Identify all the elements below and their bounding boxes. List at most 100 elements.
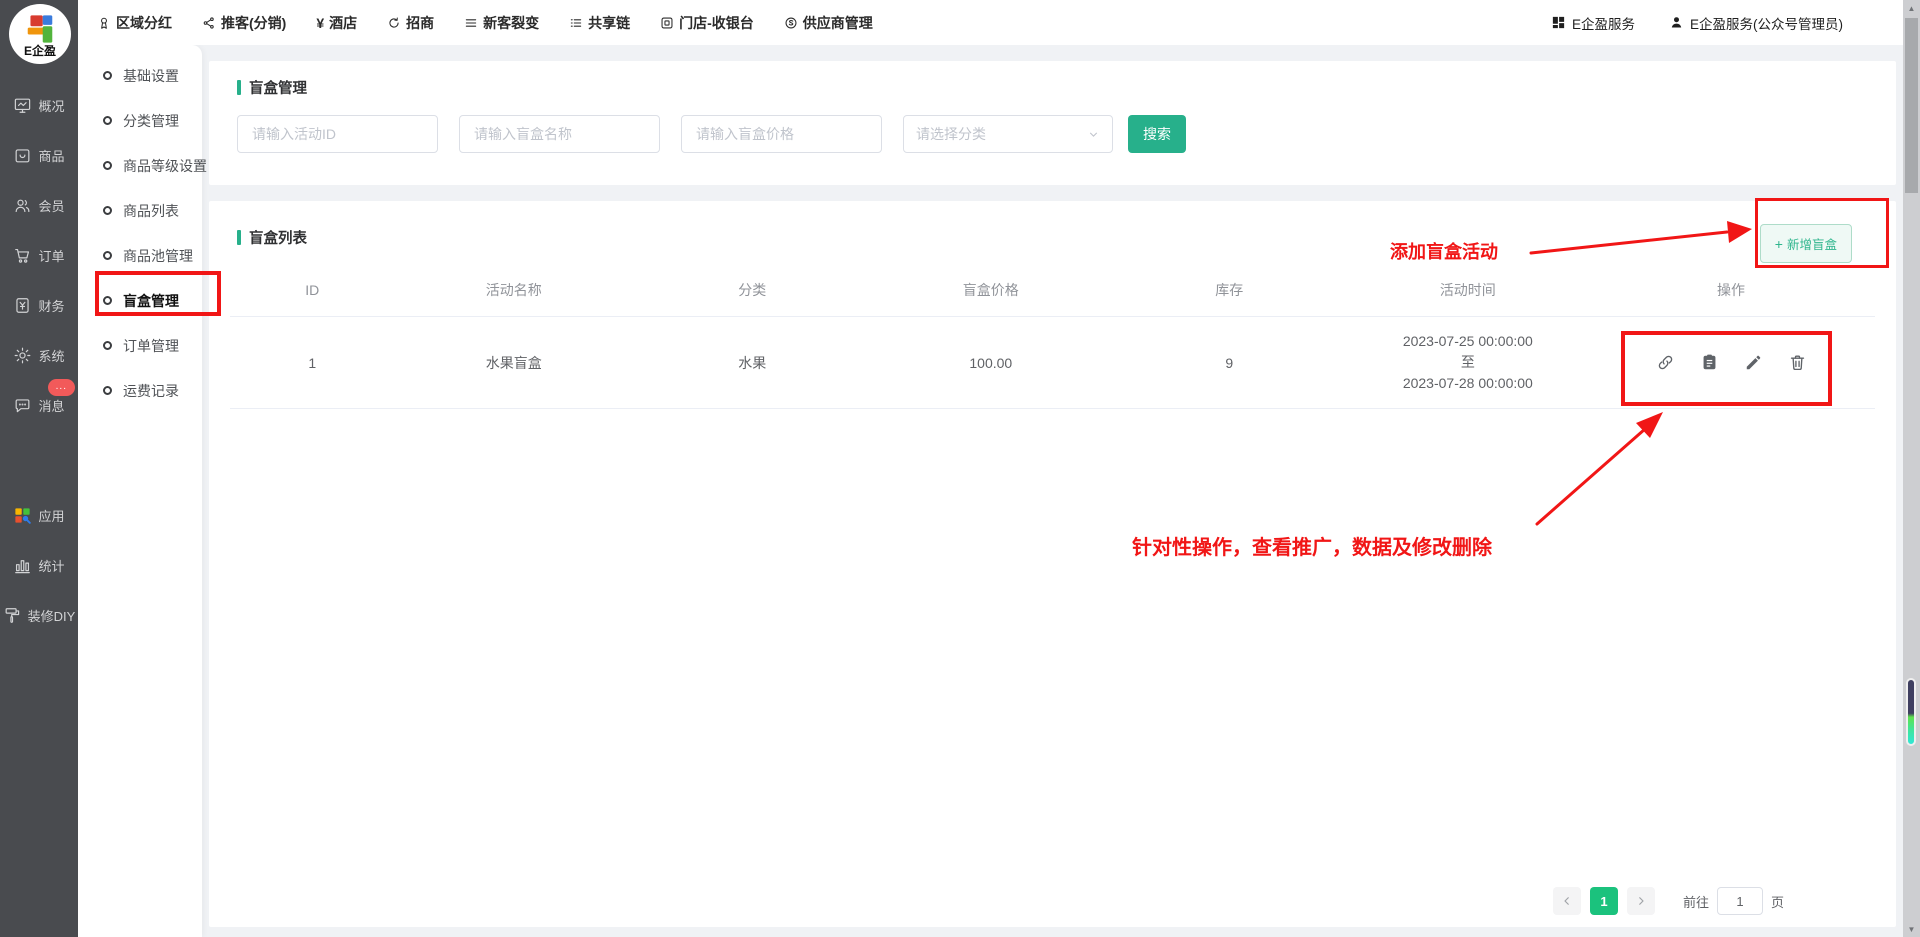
menu-item-goods-pool[interactable]: 商品池管理 — [78, 233, 202, 278]
menu-label: 商品池管理 — [123, 246, 193, 266]
cell-actions — [1587, 317, 1875, 409]
list-icon — [569, 16, 583, 30]
yen-icon: ¥ — [316, 15, 324, 31]
sidebar-item-stats[interactable]: 统计 — [0, 540, 78, 590]
menu-item-freight[interactable]: 运费记录 — [78, 368, 202, 413]
sidebar-label: 应用 — [38, 506, 64, 525]
stats-icon — [13, 556, 32, 575]
goto-page-input[interactable] — [1717, 887, 1763, 915]
menu-item-goods-list[interactable]: 商品列表 — [78, 188, 202, 233]
message-icon — [13, 396, 32, 415]
cell-price: 100.00 — [872, 317, 1111, 409]
menu-item-goods-level[interactable]: 商品等级设置 — [78, 143, 202, 188]
prev-page-button[interactable] — [1553, 887, 1581, 915]
share-icon — [202, 16, 216, 30]
sidebar-item-goods[interactable]: 商品 — [0, 130, 78, 180]
topbar-item-tuike[interactable]: 推客(分销) — [202, 13, 286, 33]
primary-nav-secondary: 应用 统计 装修DIY — [0, 490, 78, 640]
menu-label: 商品列表 — [123, 201, 179, 221]
title-accent-bar — [237, 80, 241, 95]
member-icon — [13, 196, 32, 215]
sidebar-item-apps[interactable]: 应用 — [0, 490, 78, 540]
page-unit-label: 页 — [1771, 892, 1784, 911]
activity-id-input[interactable] — [237, 115, 438, 153]
menu-label: 订单管理 — [123, 336, 179, 356]
add-button-label: 新增盲盒 — [1787, 234, 1837, 253]
menu-item-basic-settings[interactable]: 基础设置 — [78, 53, 202, 98]
award-icon — [97, 16, 111, 30]
sidebar-label: 系统 — [38, 346, 64, 365]
topbar-item-region-bonus[interactable]: 区域分红 — [97, 13, 172, 33]
sidebar-item-overview[interactable]: 概况 — [0, 80, 78, 130]
chevron-down-icon — [1087, 128, 1100, 141]
recycle-icon — [387, 16, 401, 30]
scrollbar-thumb[interactable] — [1905, 18, 1918, 193]
sidebar-item-system[interactable]: 系统 — [0, 330, 78, 380]
search-button[interactable]: 搜索 — [1128, 115, 1186, 153]
col-activity-time: 活动时间 — [1349, 264, 1588, 317]
blindbox-name-input[interactable] — [459, 115, 660, 153]
data-report-button[interactable] — [1700, 353, 1719, 372]
table-header-row: ID 活动名称 分类 盲盒价格 库存 活动时间 操作 — [230, 264, 1875, 317]
main-content: 盲盒管理 请选择分类 搜索 盲盒列表 + 新增盲盒 — [202, 45, 1903, 937]
circle-icon — [103, 206, 112, 215]
pagination: 1 前往 页 — [1553, 887, 1784, 915]
topbar-item-mendian[interactable]: 门店-收银台 — [660, 13, 754, 33]
goods-icon — [13, 146, 32, 165]
logo-mark-icon — [23, 14, 57, 44]
scroll-position-marker — [1906, 678, 1916, 746]
topbar-item-supplier[interactable]: 供应商管理 — [784, 13, 873, 33]
col-id: ID — [230, 264, 395, 317]
cell-stock: 9 — [1110, 317, 1349, 409]
circle-icon — [103, 341, 112, 350]
next-page-button[interactable] — [1627, 887, 1655, 915]
page-title: 盲盒管理 — [249, 77, 307, 98]
sidebar-label: 统计 — [38, 556, 64, 575]
vertical-scrollbar[interactable]: ▲ ▼ — [1903, 0, 1920, 937]
system-gear-icon — [13, 346, 32, 365]
menu-item-order-manage[interactable]: 订单管理 — [78, 323, 202, 368]
primary-nav: 概况 商品 会员 订单 财务 系统 — [0, 80, 78, 430]
delete-button[interactable] — [1788, 353, 1807, 372]
current-page-button[interactable]: 1 — [1590, 887, 1618, 915]
menu-item-category[interactable]: 分类管理 — [78, 98, 202, 143]
topbar-label: 共享链 — [588, 13, 630, 33]
service-menu[interactable]: E企盈服务 — [1551, 13, 1635, 33]
sidebar-item-finance[interactable]: 财务 — [0, 280, 78, 330]
col-actions: 操作 — [1587, 264, 1875, 317]
menu-label: 商品等级设置 — [123, 156, 207, 176]
topbar-item-zhaoshang[interactable]: 招商 — [387, 13, 434, 33]
sidebar-item-message[interactable]: 消息 ... — [0, 380, 78, 430]
select-placeholder: 请选择分类 — [916, 124, 986, 144]
sidebar-item-diy[interactable]: 装修DIY — [0, 590, 78, 640]
topbar-label: 门店-收银台 — [679, 13, 754, 33]
menu-label: 运费记录 — [123, 381, 179, 401]
chevron-left-icon — [1561, 895, 1573, 907]
topbar-item-gongxianglian[interactable]: 共享链 — [569, 13, 630, 33]
data-report-icon — [1700, 353, 1719, 372]
promotion-link-button[interactable] — [1656, 353, 1675, 372]
search-card-title: 盲盒管理 — [237, 77, 1868, 98]
topbar-item-hotel[interactable]: ¥ 酒店 — [316, 13, 357, 33]
blindbox-price-input[interactable] — [681, 115, 882, 153]
sidebar-item-member[interactable]: 会员 — [0, 180, 78, 230]
edit-button[interactable] — [1744, 353, 1763, 372]
plus-icon: + — [1775, 239, 1783, 249]
scroll-up-icon[interactable]: ▲ — [1903, 0, 1920, 16]
category-select[interactable]: 请选择分类 — [903, 115, 1113, 153]
account-menu[interactable]: E企盈服务(公众号管理员) — [1669, 13, 1843, 33]
user-icon — [1669, 15, 1684, 30]
logo[interactable]: E企盈 — [9, 4, 71, 64]
search-card: 盲盒管理 请选择分类 搜索 — [209, 61, 1896, 185]
finance-icon — [13, 296, 32, 315]
sidebar-item-order[interactable]: 订单 — [0, 230, 78, 280]
time-separator: 至 — [1349, 352, 1588, 373]
menu-item-blindbox[interactable]: 盲盒管理 — [78, 278, 202, 323]
add-blindbox-button[interactable]: + 新增盲盒 — [1760, 224, 1852, 263]
circle-icon — [103, 251, 112, 260]
scroll-down-icon[interactable]: ▼ — [1903, 921, 1920, 937]
storefront-icon — [660, 16, 674, 30]
cell-activity-time: 2023-07-25 00:00:00 至 2023-07-28 00:00:0… — [1349, 317, 1588, 409]
topbar-item-liebian[interactable]: 新客裂变 — [464, 13, 539, 33]
topbar-label: 区域分红 — [116, 13, 172, 33]
